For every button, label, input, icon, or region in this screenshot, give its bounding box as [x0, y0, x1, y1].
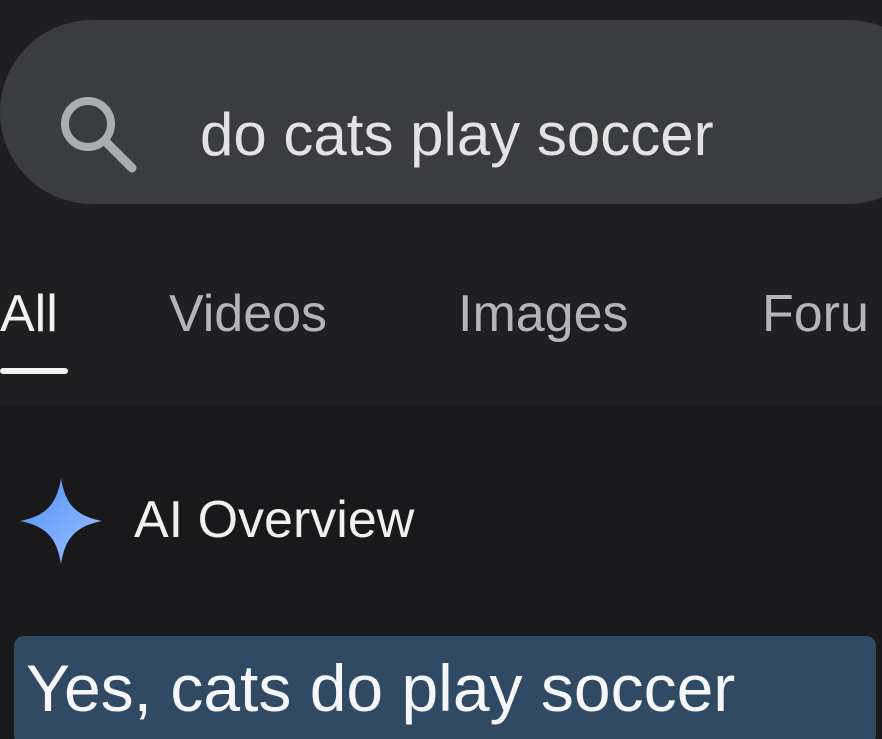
tab-images[interactable]: Images — [458, 278, 629, 350]
search-results-page: do cats play soccer All Videos Images Fo… — [0, 0, 882, 739]
sparkle-icon — [20, 478, 102, 564]
tab-label: All — [0, 285, 58, 343]
tab-label: Videos — [169, 285, 328, 343]
tab-videos[interactable]: Videos — [169, 278, 327, 350]
tab-forums[interactable]: Foru — [762, 278, 869, 350]
tab-label: Foru — [762, 285, 869, 343]
active-tab-indicator — [0, 368, 68, 374]
search-icon[interactable] — [56, 92, 138, 174]
search-bar[interactable]: do cats play soccer — [0, 20, 882, 204]
search-input[interactable]: do cats play soccer — [200, 100, 714, 170]
ai-overview-title: AI Overview — [134, 491, 415, 549]
search-tabs: All Videos Images Foru — [0, 278, 882, 398]
tab-all[interactable]: All — [0, 278, 58, 350]
tab-label: Images — [458, 285, 629, 343]
ai-overview-answer: Yes, cats do play soccer — [26, 651, 736, 725]
